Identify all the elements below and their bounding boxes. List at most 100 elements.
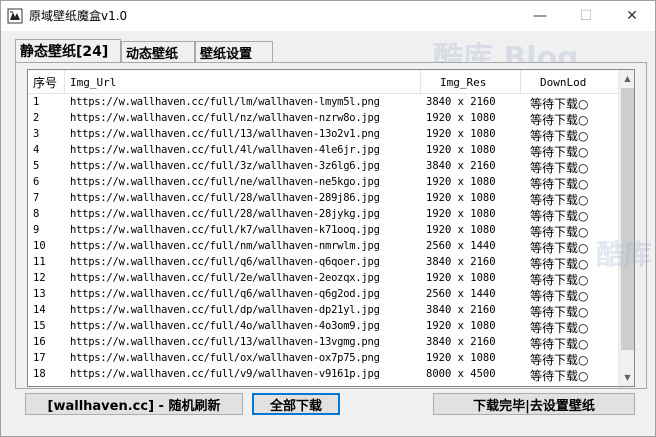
row-download-status: 等待下载○ — [530, 113, 589, 127]
close-button[interactable]: ✕ — [609, 1, 655, 31]
row-url: https://w.wallhaven.cc/full/nm/wallhaven… — [70, 240, 380, 252]
row-index: 1 — [33, 96, 40, 108]
row-download-status: 等待下载○ — [530, 353, 589, 367]
row-url: https://w.wallhaven.cc/full/3z/wallhaven… — [70, 160, 380, 172]
row-download-status: 等待下载○ — [530, 337, 589, 351]
app-logo-icon — [7, 8, 23, 24]
row-resolution: 3840 x 2160 — [426, 96, 496, 108]
row-index: 10 — [33, 240, 46, 252]
row-download-status: 等待下载○ — [530, 241, 589, 255]
download-all-button[interactable]: 全部下载 — [252, 393, 340, 415]
row-resolution: 3840 x 2160 — [426, 256, 496, 268]
app-window: 原域壁纸魔盒v1.0 — ☐ ✕ 酷库 Blog www.zhiku.com 静… — [0, 0, 656, 437]
table-row[interactable]: 2 https://w.wallhaven.cc/full/nz/wallhave… — [28, 111, 618, 127]
set-wallpaper-button[interactable]: 下载完毕|去设置壁纸 — [433, 393, 635, 415]
row-resolution: 8000 x 4500 — [426, 368, 496, 380]
row-resolution: 1920 x 1080 — [426, 176, 496, 188]
row-url: https://w.wallhaven.cc/full/q6/wallhaven… — [70, 288, 380, 300]
row-index: 15 — [33, 320, 46, 332]
row-resolution: 1920 x 1080 — [426, 128, 496, 140]
column-header-resolution[interactable]: Img_Res — [440, 76, 486, 89]
row-index: 11 — [33, 256, 46, 268]
random-refresh-button[interactable]: [wallhaven.cc] - 随机刷新 — [25, 393, 243, 415]
row-download-status: 等待下载○ — [530, 145, 589, 159]
row-download-status: 等待下载○ — [530, 209, 589, 223]
row-index: 12 — [33, 272, 46, 284]
row-resolution: 1920 x 1080 — [426, 112, 496, 124]
row-index: 7 — [33, 192, 40, 204]
row-resolution: 1920 x 1080 — [426, 272, 496, 284]
wallpaper-table[interactable]: 序号 Img_Url Img_Res DownLod 1 https://w.wa… — [27, 69, 635, 387]
row-index: 18 — [33, 368, 46, 380]
tab-static-wallpaper[interactable]: 静态壁纸[24] — [15, 39, 121, 63]
maximize-button[interactable]: ☐ — [563, 1, 609, 31]
row-resolution: 2560 x 1440 — [426, 240, 496, 252]
row-download-status: 等待下载○ — [530, 273, 589, 287]
row-resolution: 3840 x 2160 — [426, 160, 496, 172]
title-bar[interactable]: 原域壁纸魔盒v1.0 — ☐ ✕ — [1, 1, 655, 31]
table-row[interactable]: 14 https://w.wallhaven.cc/full/dp/wallhav… — [28, 303, 618, 319]
column-divider[interactable] — [64, 70, 65, 94]
table-row[interactable]: 13 https://w.wallhaven.cc/full/q6/wallhav… — [28, 287, 618, 303]
table-row[interactable]: 15 https://w.wallhaven.cc/full/4o/wallhav… — [28, 319, 618, 335]
row-resolution: 1920 x 1080 — [426, 208, 496, 220]
row-resolution: 1920 x 1080 — [426, 144, 496, 156]
row-download-status: 等待下载○ — [530, 97, 589, 111]
column-header-url[interactable]: Img_Url — [70, 76, 116, 89]
row-url: https://w.wallhaven.cc/full/4o/wallhaven… — [70, 320, 380, 332]
row-download-status: 等待下载○ — [530, 129, 589, 143]
table-row[interactable]: 8 https://w.wallhaven.cc/full/28/wallhave… — [28, 207, 618, 223]
row-url: https://w.wallhaven.cc/full/v9/wallhaven… — [70, 368, 380, 380]
row-index: 14 — [33, 304, 46, 316]
table-row[interactable]: 4 https://w.wallhaven.cc/full/4l/wallhave… — [28, 143, 618, 159]
row-url: https://w.wallhaven.cc/full/13/wallhaven… — [70, 128, 380, 140]
row-url: https://w.wallhaven.cc/full/lm/wallhaven… — [70, 96, 380, 108]
table-row[interactable]: 18 https://w.wallhaven.cc/full/v9/wallhav… — [28, 367, 618, 383]
row-index: 3 — [33, 128, 40, 140]
table-row[interactable]: 7 https://w.wallhaven.cc/full/28/wallhave… — [28, 191, 618, 207]
row-url: https://w.wallhaven.cc/full/nz/wallhaven… — [70, 112, 380, 124]
row-url: https://w.wallhaven.cc/full/4l/wallhaven… — [70, 144, 380, 156]
row-url: https://w.wallhaven.cc/full/28/wallhaven… — [70, 192, 380, 204]
row-index: 17 — [33, 352, 46, 364]
row-url: https://w.wallhaven.cc/full/k7/wallhaven… — [70, 224, 380, 236]
column-divider[interactable] — [420, 70, 421, 94]
row-index: 5 — [33, 160, 40, 172]
column-header-download[interactable]: DownLod — [540, 76, 586, 89]
row-download-status: 等待下载○ — [530, 193, 589, 207]
row-url: https://w.wallhaven.cc/full/28/wallhaven… — [70, 208, 380, 220]
table-row[interactable]: 12 https://w.wallhaven.cc/full/2e/wallhav… — [28, 271, 618, 287]
table-row[interactable]: 10 https://w.wallhaven.cc/full/nm/wallhav… — [28, 239, 618, 255]
column-divider[interactable] — [520, 70, 521, 94]
table-row[interactable]: 9 https://w.wallhaven.cc/full/k7/wallhave… — [28, 223, 618, 239]
table-row[interactable]: 6 https://w.wallhaven.cc/full/ne/wallhave… — [28, 175, 618, 191]
row-resolution: 3840 x 2160 — [426, 336, 496, 348]
tab-dynamic-wallpaper[interactable]: 动态壁纸 — [121, 41, 195, 62]
row-url: https://w.wallhaven.cc/full/dp/wallhaven… — [70, 304, 380, 316]
table-row[interactable]: 5 https://w.wallhaven.cc/full/3z/wallhave… — [28, 159, 618, 175]
row-url: https://w.wallhaven.cc/full/2e/wallhaven… — [70, 272, 380, 284]
table-row[interactable]: 16 https://w.wallhaven.cc/full/13/wallhav… — [28, 335, 618, 351]
tab-wallpaper-settings[interactable]: 壁纸设置 — [195, 41, 273, 62]
row-download-status: 等待下载○ — [530, 369, 589, 383]
table-row[interactable]: 3 https://w.wallhaven.cc/full/13/wallhave… — [28, 127, 618, 143]
row-resolution: 3840 x 2160 — [426, 304, 496, 316]
row-index: 13 — [33, 288, 46, 300]
row-download-status: 等待下载○ — [530, 257, 589, 271]
column-header-index[interactable]: 序号 — [33, 74, 57, 91]
table-row[interactable]: 1 https://w.wallhaven.cc/full/lm/wallhave… — [28, 95, 618, 111]
row-url: https://w.wallhaven.cc/full/ne/wallhaven… — [70, 176, 380, 188]
scroll-up-icon[interactable]: ▲ — [619, 70, 634, 87]
minimize-button[interactable]: — — [517, 1, 563, 31]
row-url: https://w.wallhaven.cc/full/ox/wallhaven… — [70, 352, 380, 364]
scroll-down-icon[interactable]: ▼ — [619, 369, 634, 386]
row-download-status: 等待下载○ — [530, 289, 589, 303]
table-row[interactable]: 17 https://w.wallhaven.cc/full/ox/wallhav… — [28, 351, 618, 367]
row-url: https://w.wallhaven.cc/full/q6/wallhaven… — [70, 256, 380, 268]
table-row[interactable]: 11 https://w.wallhaven.cc/full/q6/wallhav… — [28, 255, 618, 271]
row-index: 4 — [33, 144, 40, 156]
row-resolution: 1920 x 1080 — [426, 224, 496, 236]
vertical-scrollbar[interactable]: ▲ ▼ — [618, 70, 634, 386]
row-resolution: 2560 x 1440 — [426, 288, 496, 300]
scrollbar-thumb[interactable] — [621, 88, 634, 350]
